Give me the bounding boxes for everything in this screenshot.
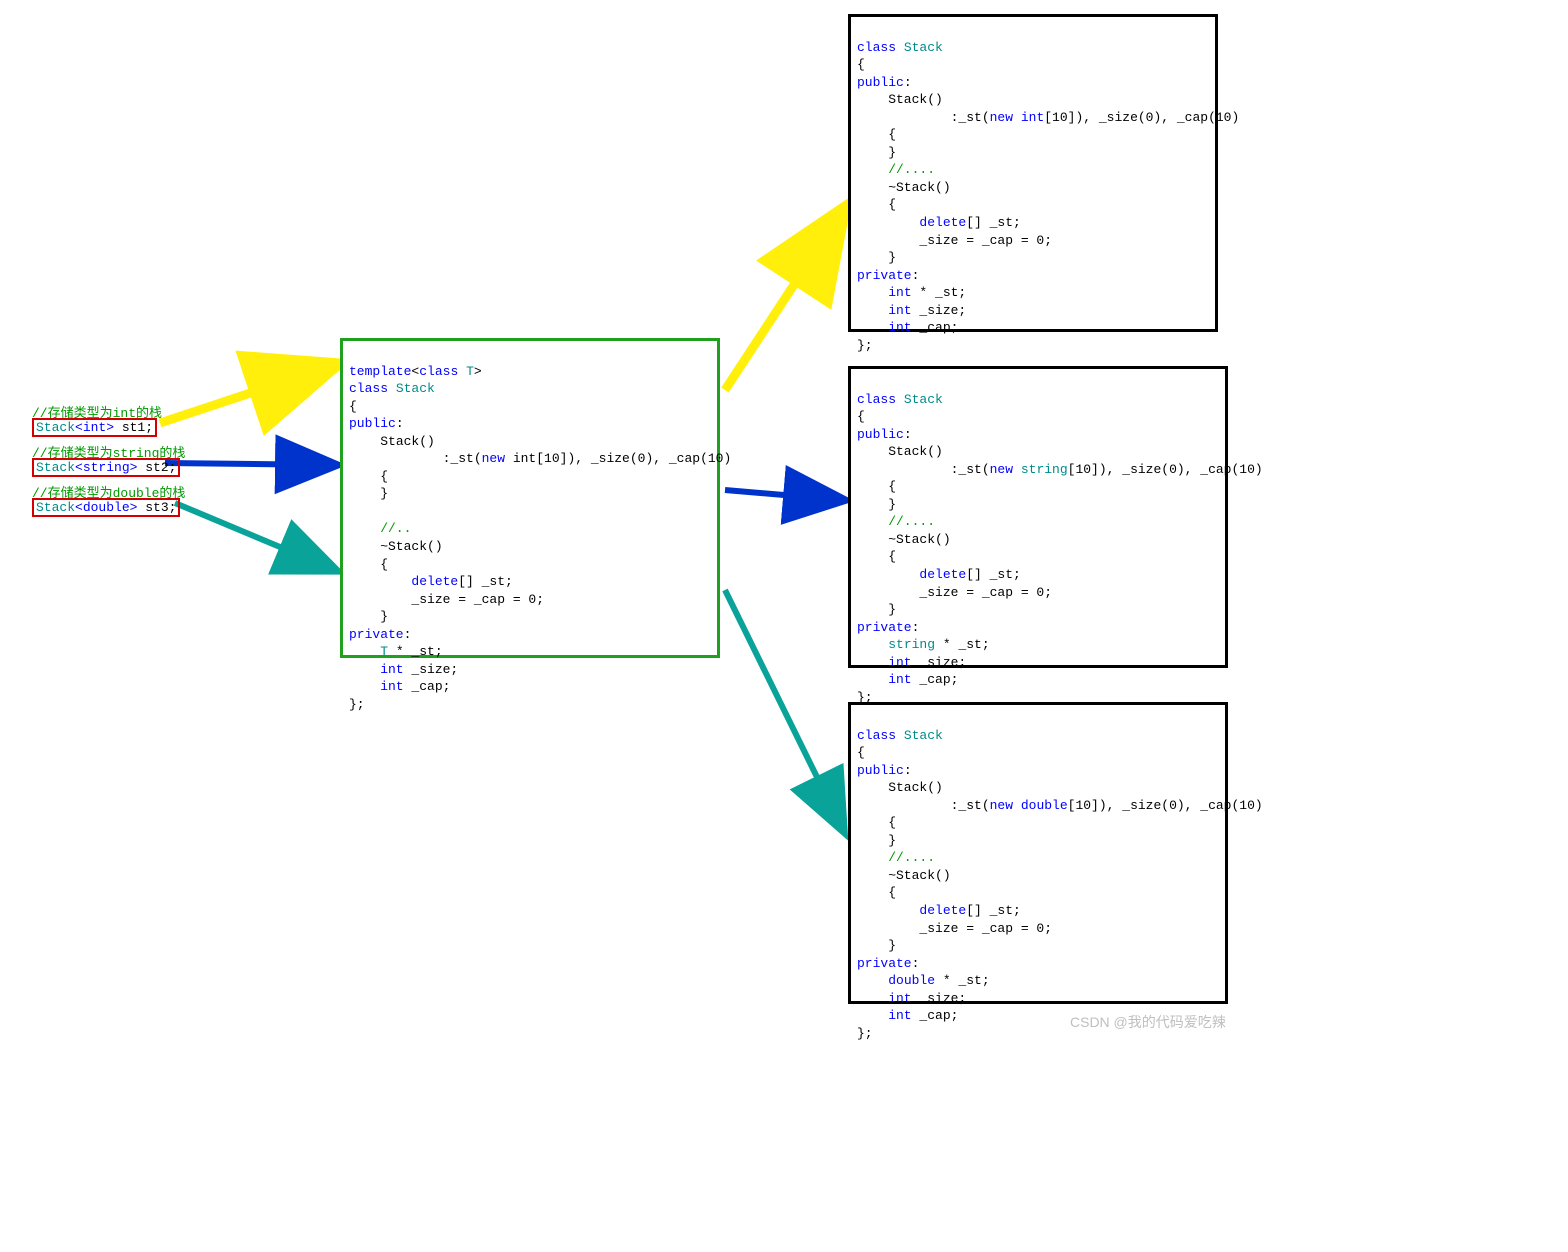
arrows-layer <box>0 0 1568 1252</box>
decl-string: Stack<string> st2; <box>32 458 180 477</box>
double-code-box: class Stack { public: Stack() :_st(new d… <box>848 702 1228 1004</box>
decl-string-wrapper: Stack<string> st2; <box>32 458 180 477</box>
decl-double-var: st3; <box>137 500 176 515</box>
decl-double: Stack<double> st3; <box>32 498 180 517</box>
decl-int-tpl: <int> <box>75 420 114 435</box>
arrow-template-to-int <box>725 210 843 390</box>
decl-double-stack: Stack <box>36 500 75 515</box>
int-code-box: class Stack { public: Stack() :_st(new i… <box>848 14 1218 332</box>
arrow-string-to-template <box>165 463 335 465</box>
arrow-int-to-template <box>160 365 335 423</box>
watermark: CSDN @我的代码爱吃辣 <box>1070 1012 1226 1032</box>
arrow-template-to-double <box>725 590 843 830</box>
decl-int-stack: Stack <box>36 420 75 435</box>
string-code-box: class Stack { public: Stack() :_st(new s… <box>848 366 1228 668</box>
decl-string-var: st2; <box>137 460 176 475</box>
decl-string-tpl: <string> <box>75 460 137 475</box>
arrow-double-to-template <box>175 503 335 570</box>
decl-string-stack: Stack <box>36 460 75 475</box>
decl-double-wrapper: Stack<double> st3; <box>32 498 180 517</box>
decl-int: Stack<int> st1; <box>32 418 157 437</box>
template-code-box: template<class T> class Stack { public: … <box>340 338 720 658</box>
decl-int-wrapper: Stack<int> st1; <box>32 418 157 437</box>
arrow-template-to-string <box>725 490 843 500</box>
decl-double-tpl: <double> <box>75 500 137 515</box>
decl-int-var: st1; <box>114 420 153 435</box>
